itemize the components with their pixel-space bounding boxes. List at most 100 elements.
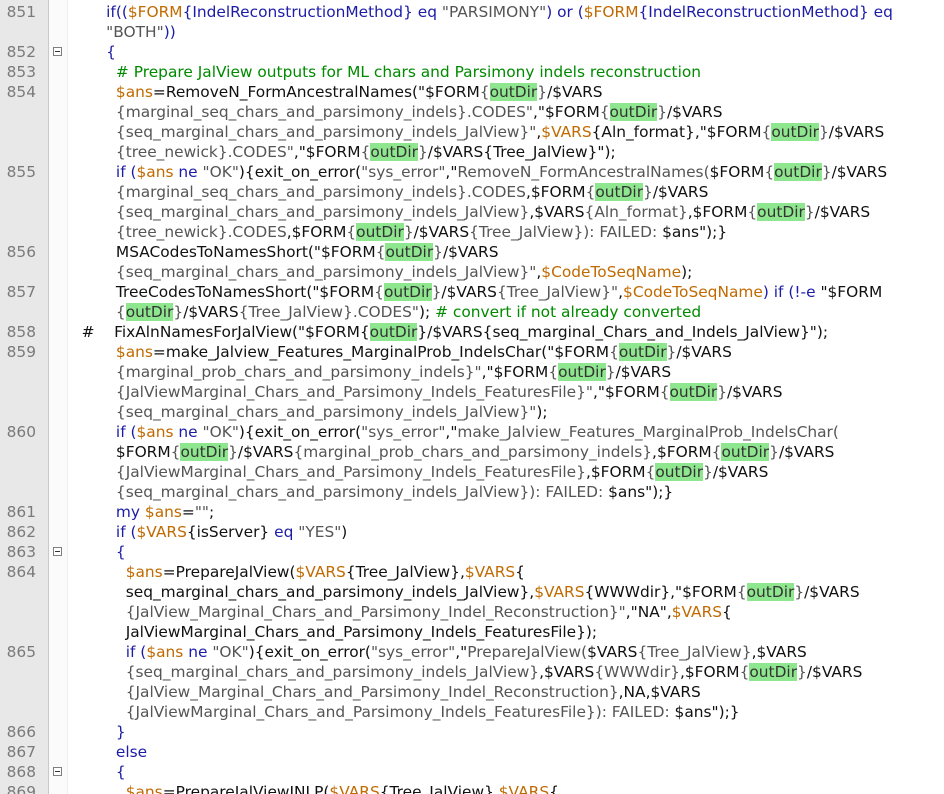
- code-token: =: [181, 503, 195, 521]
- code-token: {IndelReconstructionMethod} eq: [182, 3, 442, 21]
- code-token: {: [375, 243, 386, 261]
- code-token: {marginal_seq_chars_and_parsimony_indels…: [67, 183, 526, 201]
- code-token: /$VARS: [676, 343, 732, 361]
- code-line[interactable]: {marginal_prob_chars_and_parsimony_indel…: [0, 362, 944, 382]
- code-token: "OK": [202, 423, 239, 441]
- code-line[interactable]: {seq_marginal_chars_and_parsimony_indels…: [0, 202, 944, 222]
- code-token: {: [374, 283, 384, 301]
- code-token: }: [657, 103, 667, 121]
- code-token: {marginal_prob_chars_and_parsimony_indel…: [293, 443, 653, 461]
- code-token: $VARS: [498, 783, 550, 794]
- code-line[interactable]: {tree_newick}.CODES","$FORM{outDir}/$VAR…: [0, 142, 944, 162]
- code-token: {seq_marginal_chars_and_parsimony_indels…: [67, 483, 609, 501]
- line-number: 858: [6, 323, 36, 341]
- code-line[interactable]: 856 MSACodesToNamesShort("$FORM{outDir}/…: [0, 242, 944, 262]
- code-token: if((: [67, 3, 128, 21]
- fold-collapse-icon[interactable]: [53, 767, 62, 776]
- code-line[interactable]: {tree_newick}.CODES,$FORM{outDir}/$VARS{…: [0, 222, 944, 242]
- search-highlight: outDir: [609, 103, 658, 121]
- code-line[interactable]: {marginal_seq_chars_and_parsimony_indels…: [0, 182, 944, 202]
- code-line[interactable]: 863 {: [0, 542, 944, 562]
- code-token: ,$VARS: [529, 203, 585, 221]
- code-line[interactable]: {outDir}/$VARS{Tree_JalView}.CODES"); # …: [0, 302, 944, 322]
- code-line[interactable]: 862 if ($VARS{isServer} eq "YES"): [0, 522, 944, 542]
- code-text: $FORM{outDir}/$VARS{marginal_prob_chars_…: [67, 442, 834, 462]
- code-token: /$VARS: [666, 103, 723, 121]
- code-line[interactable]: {JalViewMarginal_Chars_and_Parsimony_Ind…: [0, 702, 944, 722]
- code-line[interactable]: 857 TreeCodesToNamesShort("$FORM{outDir}…: [0, 282, 944, 302]
- code-text: {seq_marginal_chars_and_parsimony_indels…: [67, 482, 673, 502]
- code-text: if(($FORM{IndelReconstructionMethod} eq …: [67, 2, 893, 22]
- code-line[interactable]: 854 $ans=RemoveN_FormAncestralNames("$FO…: [0, 82, 944, 102]
- code-token: {: [585, 183, 596, 201]
- line-number: 864: [6, 563, 36, 581]
- code-token: $ans");}: [608, 483, 674, 501]
- code-token: =PrepareJalViewJNLP(: [162, 783, 330, 794]
- code-token: {: [645, 463, 656, 481]
- code-line[interactable]: 864 $ans=PrepareJalView($VARS{Tree_JalVi…: [0, 562, 944, 582]
- code-line[interactable]: 865 if ($ans ne "OK"){exit_on_error("sys…: [0, 642, 944, 662]
- code-text: {: [67, 42, 116, 62]
- code-token: $VARS: [295, 563, 346, 581]
- search-highlight: outDir: [771, 123, 819, 141]
- code-text: {: [67, 762, 126, 782]
- code-line[interactable]: 868 {: [0, 762, 944, 782]
- code-line[interactable]: "BOTH")): [0, 22, 944, 42]
- code-line[interactable]: {seq_marginal_chars_and_parsimony_indels…: [0, 482, 944, 502]
- code-token: ,NA,$VARS: [618, 683, 701, 701]
- code-token: }: [431, 283, 442, 301]
- code-editor[interactable]: 851 if(($FORM{IndelReconstructionMethod}…: [0, 0, 944, 794]
- code-line[interactable]: 869 $ans=PrepareJalViewJNLP($VARS{Tree_J…: [0, 782, 944, 794]
- line-number: 869: [6, 783, 36, 794]
- code-token: {: [548, 363, 559, 381]
- code-line[interactable]: 855 if ($ans ne "OK"){exit_on_error("sys…: [0, 162, 944, 182]
- code-token: /$VARS: [831, 163, 888, 181]
- code-token: );: [419, 303, 436, 321]
- code-token: "BOTH": [67, 23, 164, 41]
- code-token: }: [643, 183, 653, 201]
- code-token: ){exit_on_error(: [238, 163, 362, 181]
- code-line[interactable]: 861 my $ans="";: [0, 502, 944, 522]
- fold-collapse-icon[interactable]: [53, 547, 62, 556]
- code-line[interactable]: {seq_marginal_chars_and_parsimony_indels…: [0, 122, 944, 142]
- code-token: $ans: [67, 83, 153, 101]
- code-text: # FixAlnNamesForJalView("$FORM{outDir}/$…: [67, 322, 828, 342]
- code-token: {: [67, 303, 126, 321]
- code-token: $ans: [146, 643, 184, 661]
- code-line[interactable]: $FORM{outDir}/$VARS{marginal_prob_chars_…: [0, 442, 944, 462]
- code-line[interactable]: 853 # Prepare JalView outputs for ML cha…: [0, 62, 944, 82]
- line-number: 859: [6, 343, 36, 361]
- code-line[interactable]: {marginal_seq_chars_and_parsimony_indels…: [0, 102, 944, 122]
- code-line[interactable]: 859 $ans=make_Jalview_Features_MarginalP…: [0, 342, 944, 362]
- code-token: ,"$FORM: [481, 363, 549, 381]
- code-line[interactable]: seq_marginal_chars_and_parsimony_indels_…: [0, 582, 944, 602]
- code-token: {: [722, 603, 732, 621]
- code-line[interactable]: 867 else: [0, 742, 944, 762]
- code-token: }: [666, 343, 677, 361]
- code-line[interactable]: JalViewMarginal_Chars_and_Parsimony_Inde…: [0, 622, 944, 642]
- code-text: {marginal_prob_chars_and_parsimony_indel…: [67, 362, 671, 382]
- code-line[interactable]: {seq_marginal_chars_and_parsimony_indels…: [0, 262, 944, 282]
- fold-collapse-icon[interactable]: [53, 47, 62, 56]
- code-token: $ans");}: [662, 223, 728, 241]
- line-number: 851: [6, 3, 36, 21]
- line-number: 852: [6, 43, 36, 61]
- code-line[interactable]: {seq_marginal_chars_and_parsimony_indels…: [0, 402, 944, 422]
- code-line[interactable]: {JalViewMarginal_Chars_and_Parsimony_Ind…: [0, 382, 944, 402]
- code-line[interactable]: 852 {: [0, 42, 944, 62]
- code-line[interactable]: {JalView_Marginal_Chars_and_Parsimony_In…: [0, 602, 944, 622]
- code-text: {marginal_seq_chars_and_parsimony_indels…: [67, 102, 723, 122]
- code-text: TreeCodesToNamesShort("$FORM{outDir}/$VA…: [67, 282, 882, 302]
- code-token: /$VARS: [778, 443, 835, 461]
- code-line[interactable]: 858 # FixAlnNamesForJalView("$FORM{outDi…: [0, 322, 944, 342]
- code-line[interactable]: {seq_marginal_chars_and_parsimony_indels…: [0, 662, 944, 682]
- code-token: TreeCodesToNamesShort("$FORM: [67, 283, 375, 301]
- code-token: {marginal_prob_chars_and_parsimony_indel…: [67, 363, 482, 381]
- code-line[interactable]: 851 if(($FORM{IndelReconstructionMethod}…: [0, 2, 944, 22]
- code-line[interactable]: {JalView_Marginal_Chars_and_Parsimony_In…: [0, 682, 944, 702]
- code-line[interactable]: {JalViewMarginal_Chars_and_Parsimony_Ind…: [0, 462, 944, 482]
- code-line[interactable]: 866 }: [0, 722, 944, 742]
- code-token: {seq_marginal_chars_and_parsimony_indels…: [67, 403, 537, 421]
- code-line[interactable]: 860 if ($ans ne "OK"){exit_on_error("sys…: [0, 422, 944, 442]
- code-token: ne: [173, 423, 203, 441]
